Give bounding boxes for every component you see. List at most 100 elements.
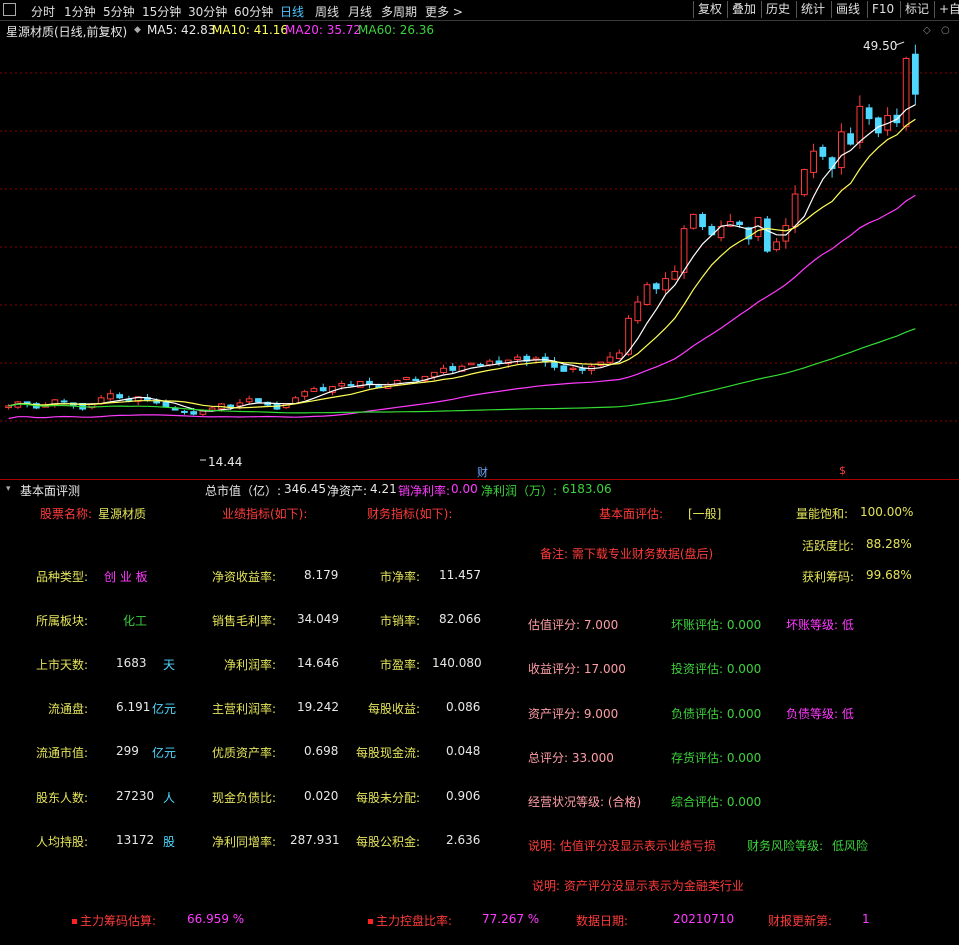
basic-info-unit: 亿元 <box>152 746 177 760</box>
candle-down <box>847 133 854 145</box>
financial-label: 每股未分配: <box>356 791 421 805</box>
candle-up <box>662 278 669 291</box>
ma20-line <box>8 194 916 420</box>
summary-net-margin-value: 0.00 <box>451 482 478 496</box>
basic-info-label: 股东人数: <box>36 791 89 805</box>
candle-up <box>569 367 577 371</box>
candle-down <box>578 368 586 371</box>
grade-item: 坏账等级: 低 <box>786 618 854 632</box>
eval-item: 投资评估: 0.000 <box>671 662 762 676</box>
tab-multi-period[interactable]: 多周期 <box>381 3 417 20</box>
dividend-marker[interactable]: $ <box>839 464 846 477</box>
financial-label: 市盈率: <box>380 658 421 672</box>
low-price-label: 14.44 <box>208 455 243 469</box>
tab-monthly[interactable]: 月线 <box>348 3 372 20</box>
panel-separator <box>0 479 959 480</box>
saturation-value: 100.00% <box>860 505 914 519</box>
basic-info-unit: 人 <box>163 791 176 805</box>
basic-info-label: 上市天数: <box>36 658 89 672</box>
finance-marker[interactable]: 财 <box>477 464 488 480</box>
performance-value: 8.179 <box>304 568 339 582</box>
performance-value: 14.646 <box>297 656 339 670</box>
basic-info-label: 所属板块: <box>36 614 89 628</box>
stats-button[interactable]: 统计 <box>796 1 829 18</box>
summary-net-profit-value: 6183.06 <box>562 482 612 496</box>
stock-name-value: 星源材质 <box>98 507 147 521</box>
candle-up <box>403 376 410 380</box>
tab-5min[interactable]: 5分钟 <box>103 3 135 20</box>
score-item: 经营状况等级: (合格) <box>528 795 642 809</box>
basic-info-unit: 股 <box>163 835 176 849</box>
basic-info-label: 品种类型: <box>36 570 89 584</box>
report-update-value: 1 <box>862 912 870 926</box>
main-control-bullet-icon <box>368 919 373 924</box>
candle-down <box>865 107 873 120</box>
basic-info-value: 化工 <box>123 614 148 628</box>
financial-label: 每股现金流: <box>356 746 421 760</box>
panel-toggle-icon[interactable] <box>3 3 16 16</box>
tab-daily[interactable]: 日线 <box>280 3 304 20</box>
chart-circle-icon[interactable]: ○ <box>941 25 950 36</box>
chart-title: 星源材质(日线,前复权) <box>6 25 128 39</box>
fuquan-button[interactable]: 复权 <box>693 1 726 18</box>
kline-chart[interactable]: 星源材质(日线,前复权) ◆ MA5: 42.83 MA10: 41.16 MA… <box>0 21 959 479</box>
tab-15min[interactable]: 15分钟 <box>142 3 181 20</box>
candle-up <box>107 393 114 400</box>
candle-down <box>551 361 558 368</box>
draw-button[interactable]: 画线 <box>831 1 864 18</box>
candle-up <box>837 131 845 169</box>
history-button[interactable]: 历史 <box>761 1 794 18</box>
score-item: 估值评分: 7.000 <box>528 618 619 632</box>
chart-diamond-icon[interactable]: ◇ <box>923 25 931 36</box>
candle-up <box>514 356 521 360</box>
remark-text: 备注: 需下载专业财务数据(盘后) <box>540 547 714 561</box>
overlay-button[interactable]: 叠加 <box>727 1 760 18</box>
summary-net-margin-label: 销净利率: <box>398 484 451 498</box>
performance-label: 优质资产率: <box>212 746 277 760</box>
data-date-value: 20210710 <box>673 912 735 926</box>
eval-item: 负债评估: 0.000 <box>671 707 762 721</box>
performance-value: 19.242 <box>297 700 339 714</box>
tab-60min[interactable]: 60分钟 <box>234 3 273 20</box>
financial-label: 每股公积金: <box>356 835 421 849</box>
candle-up <box>199 410 207 415</box>
panel-collapse-icon[interactable]: ▾ <box>6 484 11 494</box>
tab-fenshi[interactable]: 分时 <box>31 3 55 20</box>
data-date-label: 数据日期: <box>576 914 629 928</box>
candle-up <box>773 241 780 251</box>
basic-info-label: 人均持股: <box>36 835 89 849</box>
basic-info-value: 27230 <box>116 789 155 803</box>
candle-up <box>301 391 309 397</box>
basic-info-value: 299 <box>116 744 139 758</box>
candle-down <box>60 400 68 403</box>
f10-button[interactable]: F10 <box>867 1 898 18</box>
tab-more[interactable]: 更多 > <box>425 3 463 20</box>
financial-value: 0.048 <box>446 744 481 758</box>
candle-down <box>699 213 706 228</box>
performance-label: 净利同增率: <box>212 835 277 849</box>
candle-up <box>615 352 623 359</box>
custom-button[interactable]: +自 <box>934 1 959 18</box>
explain-assets: 说明: 资产评分没显示表示为金融类行业 <box>532 879 744 893</box>
candle-down <box>560 365 568 372</box>
financial-value: 0.086 <box>446 700 481 714</box>
performance-value: 0.698 <box>304 744 339 758</box>
candle-down <box>116 394 124 399</box>
ma20-label: MA20: 35.72 <box>285 23 362 37</box>
basic-info-label: 流通盘: <box>48 702 89 716</box>
tab-1min[interactable]: 1分钟 <box>64 3 96 20</box>
candle-up <box>856 105 864 143</box>
candle-up <box>680 228 688 273</box>
activity-label: 活跃度比: <box>802 539 855 553</box>
tab-weekly[interactable]: 周线 <box>315 3 339 20</box>
candle-down <box>495 360 503 364</box>
performance-label: 现金负债比: <box>212 791 277 805</box>
grade-item: 负债等级: 低 <box>786 707 854 721</box>
candle-down <box>181 410 188 413</box>
risk-level-label: 财务风险等级: <box>747 839 824 853</box>
basic-info-value: 创 业 板 <box>104 570 148 584</box>
tab-30min[interactable]: 30分钟 <box>188 3 227 20</box>
chart-title-chevron-icon[interactable]: ◆ <box>134 25 141 35</box>
candle-up <box>634 301 642 322</box>
mark-button[interactable]: 标记 <box>900 1 933 18</box>
